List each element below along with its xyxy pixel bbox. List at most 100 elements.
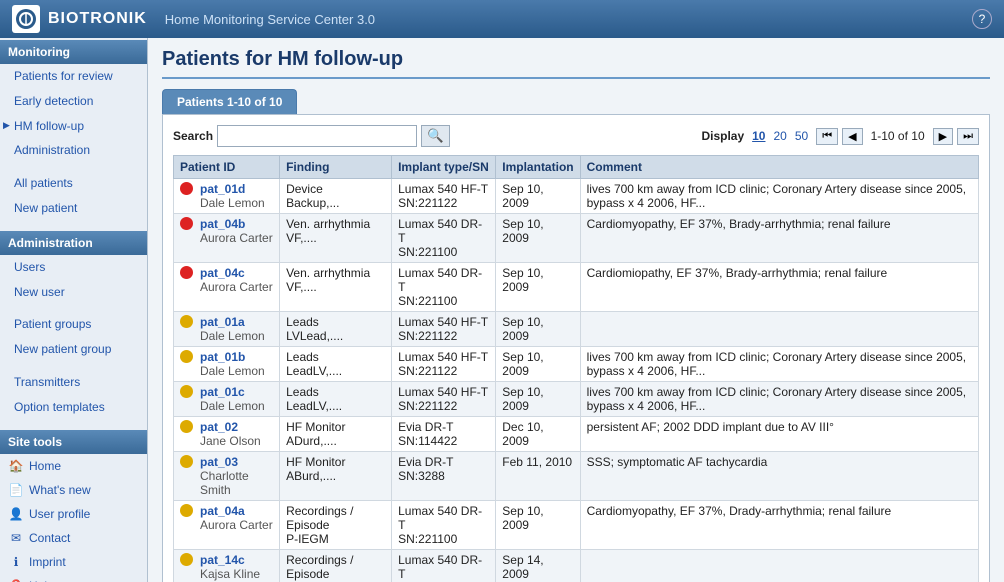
patient-id-link[interactable]: pat_03 bbox=[200, 455, 273, 469]
sidebar-item-home[interactable]: 🏠 Home bbox=[0, 454, 147, 478]
search-input[interactable] bbox=[217, 125, 417, 147]
patient-name: Dale Lemon bbox=[200, 399, 265, 413]
main-content: Patients for HM follow-up Patients 1-10 … bbox=[148, 38, 1004, 582]
status-indicator bbox=[180, 385, 193, 398]
patient-id-link[interactable]: pat_04b bbox=[200, 217, 273, 231]
sidebar-item-patient-groups[interactable]: Patient groups bbox=[0, 312, 147, 337]
comment-cell bbox=[580, 312, 978, 347]
implant-cell: Lumax 540 DR-T SN:221100 bbox=[392, 263, 496, 312]
implantation-cell: Sep 10, 2009 bbox=[496, 263, 580, 312]
patient-id-link[interactable]: pat_01d bbox=[200, 182, 265, 196]
patient-id-link[interactable]: pat_01c bbox=[200, 385, 265, 399]
finding-cell: Leads LeadLV,.... bbox=[280, 382, 392, 417]
patient-id-cell: pat_01cDale Lemon bbox=[174, 382, 280, 417]
table-row: pat_01bDale LemonLeads LeadLV,....Lumax … bbox=[174, 347, 979, 382]
finding-cell: Device Backup,... bbox=[280, 179, 392, 214]
sidebar-item-help[interactable]: ❓ Help bbox=[0, 574, 147, 582]
implantation-cell: Feb 11, 2010 bbox=[496, 452, 580, 501]
patient-id-link[interactable]: pat_01b bbox=[200, 350, 265, 364]
sidebar-item-contact[interactable]: ✉ Contact bbox=[0, 526, 147, 550]
sidebar-item-early-detection[interactable]: Early detection bbox=[0, 89, 147, 114]
display-area: Display 10 20 50 ⏮ ◀ 1-10 of 10 ▶ ⏭ bbox=[701, 128, 979, 145]
sidebar-item-option-templates[interactable]: Option templates bbox=[0, 395, 147, 420]
sidebar: Monitoring Patients for review Early det… bbox=[0, 38, 148, 582]
search-display-row: Search 🔍 Display 10 20 50 ⏮ ◀ 1-10 of 10… bbox=[173, 125, 979, 147]
implant-cell: Lumax 540 DR-T SN:221100 bbox=[392, 214, 496, 263]
comment-cell: lives 700 km away from ICD clinic; Coron… bbox=[580, 382, 978, 417]
status-indicator bbox=[180, 420, 193, 433]
display-20[interactable]: 20 bbox=[773, 129, 786, 143]
patient-id-link[interactable]: pat_01a bbox=[200, 315, 265, 329]
status-indicator bbox=[180, 553, 193, 566]
col-comment: Comment bbox=[580, 156, 978, 179]
status-indicator bbox=[180, 266, 193, 279]
sidebar-item-administration-monitoring[interactable]: Administration bbox=[0, 138, 147, 163]
sidebar-item-whats-new[interactable]: 📄 What's new bbox=[0, 478, 147, 502]
search-button[interactable]: 🔍 bbox=[421, 125, 450, 147]
patient-id-cell: pat_04cAurora Carter bbox=[174, 263, 280, 312]
patient-id-link[interactable]: pat_04c bbox=[200, 266, 273, 280]
sidebar-item-imprint[interactable]: ℹ Imprint bbox=[0, 550, 147, 574]
implant-cell: Lumax 540 HF-T SN:221122 bbox=[392, 347, 496, 382]
patient-name: Dale Lemon bbox=[200, 329, 265, 343]
col-implant: Implant type/SN bbox=[392, 156, 496, 179]
sidebar-contact-label: Contact bbox=[29, 531, 70, 545]
patient-id-link[interactable]: pat_14c bbox=[200, 553, 260, 567]
implant-cell: Lumax 540 HF-T SN:221122 bbox=[392, 382, 496, 417]
implant-cell: Lumax 540 HF-T SN:221122 bbox=[392, 179, 496, 214]
implant-cell: Evia DR-T SN:114422 bbox=[392, 417, 496, 452]
patient-name: Jane Olson bbox=[200, 434, 261, 448]
col-implantation: Implantation bbox=[496, 156, 580, 179]
status-indicator bbox=[180, 455, 193, 468]
patient-name: Charlotte Smith bbox=[200, 469, 273, 497]
logo-area: BIOTRONIK Home Monitoring Service Center… bbox=[12, 5, 375, 33]
prev-page-button[interactable]: ◀ bbox=[842, 128, 862, 145]
implantation-cell: Sep 10, 2009 bbox=[496, 382, 580, 417]
tab-patients[interactable]: Patients 1-10 of 10 bbox=[162, 89, 297, 114]
sidebar-home-label: Home bbox=[29, 459, 61, 473]
patient-id-link[interactable]: pat_04a bbox=[200, 504, 273, 518]
sidebar-item-new-patient-group[interactable]: New patient group bbox=[0, 337, 147, 362]
biotronik-logo-icon bbox=[12, 5, 40, 33]
table-row: pat_01aDale LemonLeads LVLead,....Lumax … bbox=[174, 312, 979, 347]
implantation-cell: Sep 10, 2009 bbox=[496, 501, 580, 550]
sidebar-item-all-patients[interactable]: All patients bbox=[0, 171, 147, 196]
sidebar-item-new-patient[interactable]: New patient bbox=[0, 196, 147, 221]
status-indicator bbox=[180, 315, 193, 328]
sidebar-help-label: Help bbox=[29, 579, 54, 582]
implantation-cell: Sep 10, 2009 bbox=[496, 312, 580, 347]
implantation-cell: Sep 10, 2009 bbox=[496, 214, 580, 263]
patient-id-cell: pat_01aDale Lemon bbox=[174, 312, 280, 347]
patient-id-link[interactable]: pat_02 bbox=[200, 420, 261, 434]
next-page-button[interactable]: ▶ bbox=[933, 128, 953, 145]
implantation-cell: Sep 14, 2009 bbox=[496, 550, 580, 582]
help-button[interactable]: ? bbox=[972, 9, 992, 29]
sidebar-item-users[interactable]: Users bbox=[0, 255, 147, 280]
finding-cell: HF Monitor ABurd,.... bbox=[280, 452, 392, 501]
comment-cell: Cardiomyopathy, EF 37%, Drady-arrhythmia… bbox=[580, 501, 978, 550]
table-row: pat_02Jane Olson HF Monitor ADurd,....Evi… bbox=[174, 417, 979, 452]
finding-cell: HF Monitor ADurd,.... bbox=[280, 417, 392, 452]
first-page-button[interactable]: ⏮ bbox=[816, 128, 838, 145]
last-page-button[interactable]: ⏭ bbox=[957, 128, 979, 145]
implantation-cell: Sep 10, 2009 bbox=[496, 347, 580, 382]
pagination: ⏮ ◀ 1-10 of 10 ▶ ⏭ bbox=[816, 128, 979, 145]
sidebar-item-user-profile[interactable]: 👤 User profile bbox=[0, 502, 147, 526]
sidebar-item-new-user[interactable]: New user bbox=[0, 280, 147, 305]
finding-cell: Leads LVLead,.... bbox=[280, 312, 392, 347]
sidebar-item-transmitters[interactable]: Transmitters bbox=[0, 370, 147, 395]
comment-cell: Cardiomyopathy, EF 37%, Brady-arrhythmia… bbox=[580, 214, 978, 263]
sidebar-site-tools-header: Site tools bbox=[0, 430, 147, 454]
patient-id-cell: pat_01bDale Lemon bbox=[174, 347, 280, 382]
display-label: Display bbox=[701, 129, 744, 143]
patient-table: Patient ID Finding Implant type/SN Impla… bbox=[173, 155, 979, 582]
table-row: pat_01dDale LemonDevice Backup,...Lumax … bbox=[174, 179, 979, 214]
status-indicator bbox=[180, 350, 193, 363]
whats-new-icon: 📄 bbox=[8, 482, 24, 498]
display-10[interactable]: 10 bbox=[752, 129, 765, 143]
sidebar-item-patients-for-review[interactable]: Patients for review bbox=[0, 64, 147, 89]
display-50[interactable]: 50 bbox=[795, 129, 808, 143]
patient-id-cell: pat_03Charlotte Smith bbox=[174, 452, 280, 501]
tab-bar: Patients 1-10 of 10 bbox=[162, 89, 990, 114]
sidebar-item-hm-follow-up[interactable]: HM follow-up bbox=[0, 114, 147, 139]
